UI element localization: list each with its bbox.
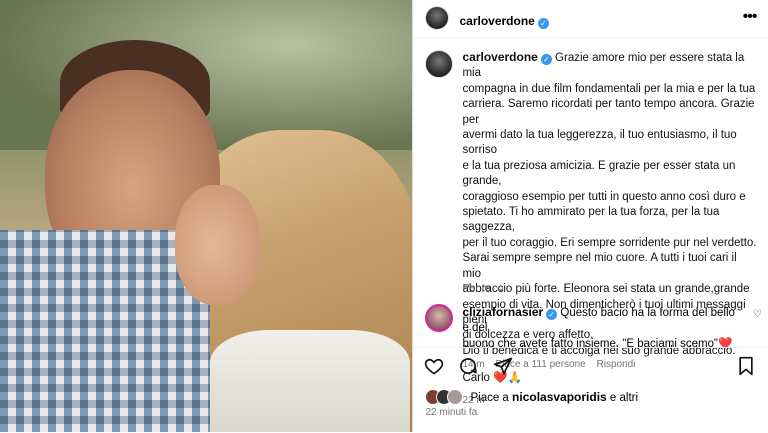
- verified-badge-icon: ✓: [537, 18, 549, 29]
- caption-first-line: carloverdone ✓ Grazie amore mio per esser…: [462, 50, 757, 82]
- photo-woman-face: [175, 185, 260, 305]
- bookmark-icon[interactable]: [737, 356, 755, 381]
- liked-by-prefix: Piace a: [470, 392, 513, 404]
- liker-avatar: [447, 389, 464, 405]
- share-icon[interactable]: [493, 356, 513, 381]
- post-time-ago[interactable]: 22 minuti fa: [425, 407, 477, 418]
- commenter-avatar[interactable]: [425, 304, 454, 332]
- author-username[interactable]: carloverdone: [459, 14, 534, 28]
- photo-woman-top: [210, 330, 410, 432]
- caption-line: coraggioso esempio per tutti in questo a…: [462, 190, 746, 203]
- liked-by-user[interactable]: nicolasvaporidis: [512, 390, 607, 404]
- comment-like-heart-icon[interactable]: ♡: [753, 309, 762, 320]
- verified-badge-icon: ✓: [540, 54, 552, 65]
- commenter-username[interactable]: cliziafornasier: [462, 305, 543, 319]
- heart-icon[interactable]: [424, 356, 444, 381]
- liked-by-text: Piace a nicolasvaporidis e altri: [470, 390, 638, 404]
- caption-line: per il tuo coraggio. Eri sempre sorriden…: [462, 236, 757, 249]
- caption-line: carriera. Saremo ricordati per tanto tem…: [462, 98, 755, 126]
- more-options-icon[interactable]: •••: [743, 9, 758, 25]
- author-avatar[interactable]: [425, 6, 450, 30]
- verified-badge-icon: ✓: [546, 309, 558, 320]
- caption-line: abbraccio più forte. Eleonora sei stata …: [462, 283, 750, 296]
- post-side-panel: carloverdone ✓ ••• carloverdone ✓ Grazie a…: [412, 0, 768, 432]
- caption-line: avermi dato la tua leggerezza, il tuo en…: [462, 129, 737, 157]
- caption-line: e la tua preziosa amicizia. E grazie per…: [462, 159, 736, 188]
- comment-first-line: cliziafornasier ✓ Questo bacio ha la form…: [462, 305, 742, 337]
- author-name-row: carloverdone ✓: [459, 12, 549, 30]
- liked-by-avatars: [425, 389, 465, 405]
- post-actions-footer: Piace a nicolasvaporidis e altri 22 minu…: [413, 347, 768, 433]
- comment-icon[interactable]: [458, 356, 478, 381]
- caption-line: Sarai sempre sempre nel mio cuore. A tut…: [462, 252, 737, 280]
- post-header: carloverdone ✓ •••: [413, 0, 768, 38]
- caption-author-avatar[interactable]: [425, 50, 454, 78]
- post-photo[interactable]: [0, 0, 413, 432]
- liked-by-suffix: e altri: [606, 392, 639, 404]
- caption-line: spietato. Ti ho ammirato per la tua forz…: [462, 206, 720, 234]
- for-you-toggle[interactable]: Per te ⌄: [462, 282, 507, 294]
- caption-line: compagna in due film fondamentali per la…: [462, 82, 756, 95]
- for-you-label: Per te: [462, 282, 491, 294]
- instagram-post-view: carloverdone ✓ ••• carloverdone ✓ Grazie a…: [0, 0, 768, 432]
- chevron-down-icon: ⌄: [494, 282, 507, 294]
- caption-username[interactable]: carloverdone: [462, 50, 537, 64]
